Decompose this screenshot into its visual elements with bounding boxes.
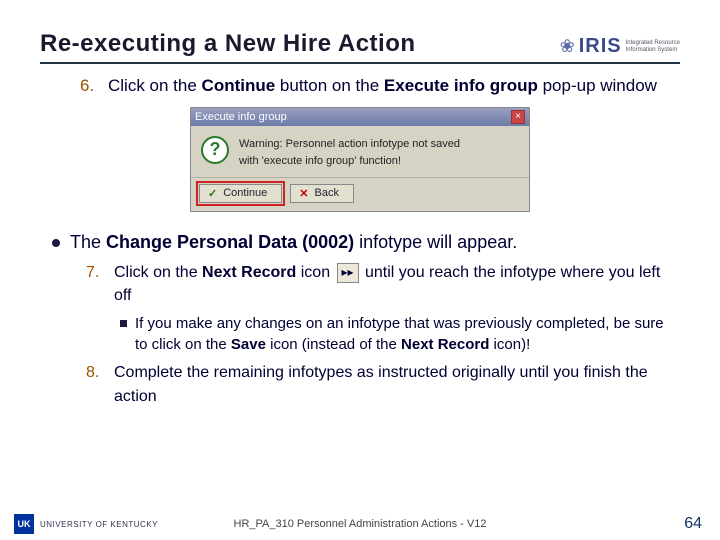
save-note: If you make any changes on an infotype t…	[120, 313, 680, 355]
page-number: 64	[684, 515, 702, 533]
bullet-change-personal-data: The Change Personal Data (0002) infotype…	[52, 230, 680, 255]
header: Re-executing a New Hire Action ❀ IRIS In…	[40, 30, 680, 64]
uk-box: UK	[14, 514, 34, 534]
popup-titlebar: Execute info group ×	[191, 108, 529, 126]
iris-icon: ❀	[560, 36, 575, 57]
page-title: Re-executing a New Hire Action	[40, 30, 416, 58]
step-8-text: Complete the remaining infotypes as inst…	[114, 361, 680, 407]
step-6-text: Click on the Continue button on the Exec…	[108, 74, 657, 99]
check-icon: ✓	[208, 187, 217, 200]
next-record-icon[interactable]: ▸▸	[337, 263, 359, 283]
execute-info-group-popup: Execute info group × ? Warning: Personne…	[190, 107, 530, 212]
step-7-text: Click on the Next Record icon ▸▸ until y…	[114, 261, 680, 307]
footer-doc-id: HR_PA_310 Personnel Administration Actio…	[234, 518, 487, 530]
continue-label: Continue	[223, 187, 267, 199]
step-7-num: 7.	[86, 261, 104, 307]
popup-title: Execute info group	[195, 111, 287, 123]
continue-button[interactable]: ✓ Continue	[199, 184, 282, 203]
step-6: 6. Click on the Continue button on the E…	[80, 74, 680, 99]
footer: UK UNIVERSITY OF KENTUCKY HR_PA_310 Pers…	[0, 510, 720, 540]
step-8-num: 8.	[86, 361, 104, 407]
back-button[interactable]: ✕ Back	[290, 184, 354, 203]
step-6-num: 6.	[80, 74, 98, 99]
back-x-icon: ✕	[299, 187, 308, 200]
iris-logo: ❀ IRIS Integrated Resource Information S…	[560, 35, 680, 58]
iris-text: IRIS	[579, 35, 622, 58]
question-icon: ?	[201, 136, 229, 164]
close-icon[interactable]: ×	[511, 110, 525, 124]
square-bullet	[120, 320, 127, 327]
uk-logo: UK UNIVERSITY OF KENTUCKY	[14, 514, 158, 534]
step-8: 8. Complete the remaining infotypes as i…	[86, 361, 680, 407]
iris-sub1: Integrated Resource	[626, 40, 680, 47]
back-label: Back	[314, 187, 338, 199]
uk-name: UNIVERSITY OF KENTUCKY	[40, 520, 158, 529]
iris-sub2: Information System	[626, 47, 680, 54]
step-7: 7. Click on the Next Record icon ▸▸ unti…	[86, 261, 680, 307]
popup-message: Warning: Personnel action infotype not s…	[239, 136, 460, 171]
bullet-dot	[52, 239, 60, 247]
